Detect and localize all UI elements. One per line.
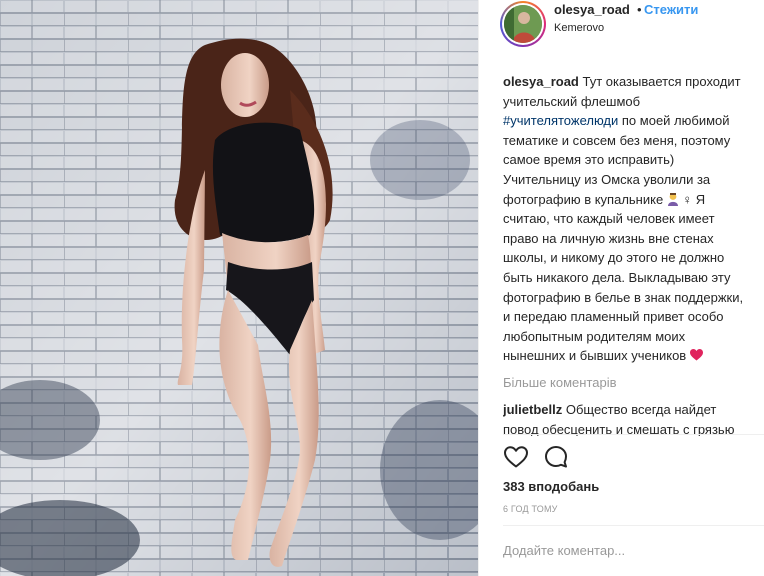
more-comments-button[interactable]: Більше коментарів xyxy=(503,375,764,390)
header-username[interactable]: olesya_road xyxy=(554,2,630,17)
post-timestamp[interactable]: 6 год тому xyxy=(503,504,558,514)
caption-username[interactable]: olesya_road xyxy=(503,74,579,89)
comments-section[interactable]: olesya_road Тут оказывается проходит учи… xyxy=(503,72,764,436)
hashtag-link[interactable]: #учителятожелюди xyxy=(503,113,618,128)
photo-illustration xyxy=(0,0,478,576)
caption: olesya_road Тут оказывается проходит учи… xyxy=(503,72,751,366)
post-side-panel: olesya_road • Стежити Kemerovo olesya_ro… xyxy=(478,0,764,576)
post-header: olesya_road • Стежити Kemerovo xyxy=(479,0,764,48)
post-photo[interactable] xyxy=(0,0,478,576)
avatar xyxy=(504,5,542,43)
likes-count[interactable]: 383 вподобань xyxy=(503,479,599,494)
heart-outline-icon xyxy=(504,446,528,468)
add-comment-input[interactable] xyxy=(503,538,753,562)
woman-teacher-emoji-icon xyxy=(667,192,679,206)
avatar-frame xyxy=(502,3,544,45)
header-separator: • xyxy=(637,2,642,17)
comment: julietbellz Общество всегда найдет повод… xyxy=(503,400,755,436)
comment-button[interactable] xyxy=(543,444,569,470)
divider xyxy=(503,525,764,526)
avatar-image-icon xyxy=(504,5,542,43)
speech-bubble-icon xyxy=(545,446,567,468)
divider xyxy=(503,434,764,435)
instagram-post: olesya_road • Стежити Kemerovo olesya_ro… xyxy=(0,0,764,576)
story-ring[interactable] xyxy=(500,1,546,47)
follow-button[interactable]: Стежити xyxy=(644,2,698,17)
female-sign-icon: ♀ xyxy=(678,191,696,207)
caption-text-3: Я считаю, что каждый человек имеет право… xyxy=(503,191,744,364)
like-button[interactable] xyxy=(503,444,529,470)
red-heart-emoji-icon xyxy=(689,347,703,361)
comment-username[interactable]: julietbellz xyxy=(503,402,562,417)
location-link[interactable]: Kemerovo xyxy=(554,22,604,34)
